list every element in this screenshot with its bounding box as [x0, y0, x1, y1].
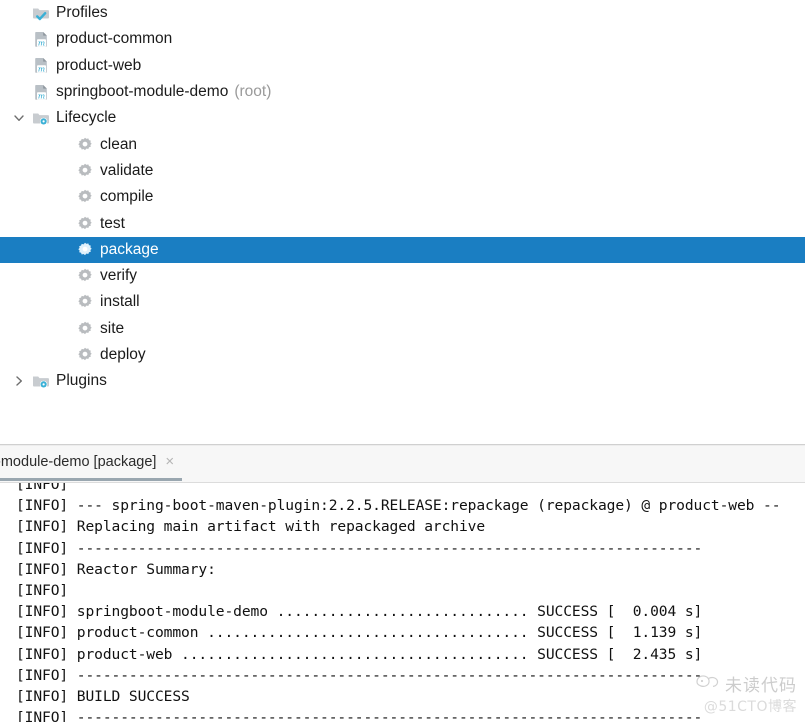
tree-item-label: springboot-module-demo	[52, 83, 228, 101]
console-line: [INFO] springboot-module-demo ..........…	[16, 601, 805, 622]
svg-text:m: m	[37, 91, 44, 100]
tree-item-package[interactable]: package	[0, 237, 805, 263]
console-tab-strip: t-module-demo [package] ×	[0, 445, 805, 483]
tree-item-label: test	[96, 215, 125, 233]
chevron-down-icon[interactable]	[8, 112, 30, 124]
tree-item-label: Plugins	[52, 372, 107, 390]
gear-icon	[74, 214, 96, 234]
gear-icon	[74, 266, 96, 286]
tree-item-profiles[interactable]: Profiles	[0, 0, 805, 26]
tree-item-label: install	[96, 293, 140, 311]
tree-item-label: product-web	[52, 57, 141, 75]
maven-module-icon: m	[30, 29, 52, 49]
gear-icon	[74, 345, 96, 365]
tree-item-clean[interactable]: clean	[0, 131, 805, 157]
console-line: [INFO] ---------------------------------…	[16, 538, 805, 559]
tree-item-suffix: (root)	[234, 83, 271, 101]
gear-icon	[74, 319, 96, 339]
tree-item-label: validate	[96, 162, 153, 180]
tree-item-label: Lifecycle	[52, 109, 116, 127]
tree-item-label: clean	[96, 136, 137, 154]
gear-icon	[74, 292, 96, 312]
tree-item-deploy[interactable]: deploy	[0, 342, 805, 368]
gear-icon	[74, 161, 96, 181]
console-line: [INFO]	[16, 483, 805, 495]
console-line: [INFO]	[16, 580, 805, 601]
tree-item-product-web[interactable]: m product-web	[0, 53, 805, 79]
gear-icon	[74, 135, 96, 155]
tree-item-verify[interactable]: verify	[0, 263, 805, 289]
console-line: [INFO] Replacing main artifact with repa…	[16, 516, 805, 537]
tree-item-springboot-module-demo[interactable]: m springboot-module-demo (root)	[0, 79, 805, 105]
console-line: [INFO] product-common ..................…	[16, 622, 805, 643]
tree-item-plugins[interactable]: Plugins	[0, 368, 805, 394]
tree-item-label: package	[96, 241, 159, 259]
console-output[interactable]: [INFO][INFO] --- spring-boot-maven-plugi…	[0, 483, 805, 722]
tree-item-label: Profiles	[52, 4, 108, 22]
tree-item-site[interactable]: site	[0, 316, 805, 342]
maven-tool-window-tree[interactable]: Profilesmproduct-commonmproduct-webmspri…	[0, 0, 805, 445]
tree-item-validate[interactable]: validate	[0, 158, 805, 184]
console-tab-label: t-module-demo [package]	[0, 454, 156, 470]
console-line: [INFO] --- spring-boot-maven-plugin:2.2.…	[16, 495, 805, 516]
tree-item-product-common[interactable]: m product-common	[0, 26, 805, 52]
tree-item-label: product-common	[52, 30, 172, 48]
console-line: [INFO] ---------------------------------…	[16, 707, 805, 722]
tree-item-label: verify	[96, 267, 137, 285]
tree-item-label: site	[96, 320, 124, 338]
console-tab-package[interactable]: t-module-demo [package] ×	[0, 445, 182, 481]
svg-text:m: m	[37, 65, 44, 74]
gear-icon	[74, 187, 96, 207]
console-line: [INFO] Reactor Summary:	[16, 559, 805, 580]
tree-item-install[interactable]: install	[0, 289, 805, 315]
tree-item-compile[interactable]: compile	[0, 184, 805, 210]
svg-text:m: m	[37, 39, 44, 48]
tree-item-test[interactable]: test	[0, 210, 805, 236]
chevron-right-icon[interactable]	[8, 375, 30, 387]
folder-gear-icon	[30, 371, 52, 391]
console-line: [INFO] BUILD SUCCESS	[16, 686, 805, 707]
close-icon[interactable]: ×	[165, 454, 174, 469]
tree-item-lifecycle[interactable]: Lifecycle	[0, 105, 805, 131]
tree-item-label: compile	[96, 188, 153, 206]
folder-gear-icon	[30, 108, 52, 128]
console-line: [INFO] ---------------------------------…	[16, 665, 805, 686]
maven-module-icon: m	[30, 56, 52, 76]
gear-icon	[74, 240, 96, 260]
tree-item-label: deploy	[96, 346, 146, 364]
console-line: [INFO] product-web .....................…	[16, 644, 805, 665]
maven-module-icon: m	[30, 82, 52, 102]
folder-check-icon	[30, 3, 52, 23]
run-tool-window: t-module-demo [package] × [INFO][INFO] -…	[0, 445, 805, 722]
